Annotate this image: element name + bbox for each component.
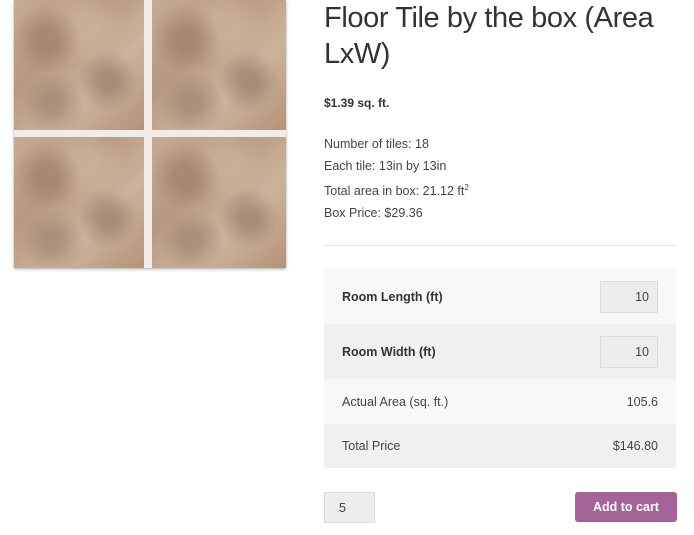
box-area: Total area in box: 21.12 ft2 <box>324 177 676 202</box>
actual-area-label: Actual Area (sq. ft.) <box>342 394 449 409</box>
add-to-cart-button[interactable]: Add to cart <box>575 492 677 522</box>
tile <box>152 0 286 130</box>
quantity-input[interactable] <box>324 492 375 523</box>
tile <box>14 137 144 268</box>
room-length-input[interactable] <box>600 280 658 313</box>
product-price: $1.39 sq. ft. <box>324 96 390 110</box>
room-length-row: Room Length (ft) <box>324 269 676 324</box>
area-calculator: Room Length (ft) Room Width (ft) Actual … <box>324 269 676 468</box>
total-price-label: Total Price <box>342 439 401 453</box>
box-price: Box Price: $29.36 <box>324 206 423 221</box>
total-price-value: $146.80 <box>612 439 658 453</box>
box-area-text: Total area in box: 21.12 ft <box>324 184 465 199</box>
product-summary: Floor Tile by the box (Area LxW) $1.39 s… <box>324 0 676 224</box>
tile-count: Number of tiles: 18 <box>324 137 429 151</box>
room-length-label: Room Length (ft) <box>342 289 443 304</box>
divider <box>324 245 676 246</box>
product-details: Number of tiles: 18 Each tile: 13in by 1… <box>324 133 676 224</box>
room-width-input[interactable] <box>600 335 658 368</box>
tile-size: Each tile: 13in by 13in <box>324 159 447 173</box>
room-width-label: Room Width (ft) <box>342 344 436 359</box>
product-image[interactable] <box>14 0 286 268</box>
box-area-exponent: 2 <box>464 183 469 192</box>
product-title: Floor Tile by the box (Area LxW) <box>324 2 654 70</box>
tile-grid <box>14 0 286 268</box>
room-width-row: Room Width (ft) <box>324 324 676 379</box>
tile <box>152 137 286 268</box>
actual-area-row: Actual Area (sq. ft.) 105.6 <box>324 379 676 424</box>
total-price-row: Total Price $146.80 <box>324 424 676 468</box>
tile <box>14 0 144 130</box>
actual-area-value: 105.6 <box>626 394 658 409</box>
